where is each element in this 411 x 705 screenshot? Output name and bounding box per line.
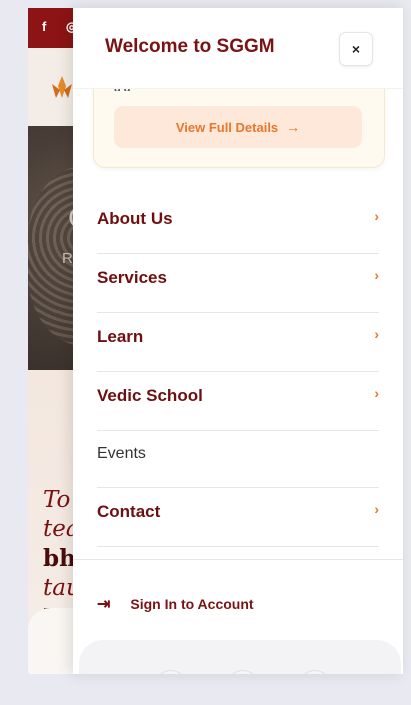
navigation-drawer: Welcome to SGGM × g g View Full Details … <box>73 8 403 674</box>
menu-item-contact[interactable]: Contact › <box>97 488 379 547</box>
menu-item-events[interactable]: Events <box>97 431 379 488</box>
menu-item-label: Vedic School <box>97 386 203 405</box>
close-button[interactable]: × <box>339 32 373 66</box>
facebook-icon[interactable]: f <box>42 19 46 34</box>
footer-social-button[interactable] <box>155 670 187 674</box>
chevron-right-icon[interactable]: › <box>374 501 379 517</box>
menu-item-label: Services <box>97 268 167 287</box>
menu-item-label: Events <box>97 445 146 462</box>
chevron-right-icon[interactable]: › <box>374 208 379 224</box>
close-icon: × <box>351 41 361 57</box>
sign-in-label: Sign In to Account <box>130 596 254 612</box>
sign-in-link[interactable]: ⇥ Sign In to Account <box>97 594 254 614</box>
menu-item-label: About Us <box>97 209 173 228</box>
drawer-footer <box>79 640 401 674</box>
chevron-right-icon[interactable]: › <box>374 385 379 401</box>
menu-item-services[interactable]: Services › <box>97 254 379 313</box>
view-full-details-label: View Full Details <box>175 119 279 135</box>
view-full-details-button[interactable]: View Full Details → <box>114 106 362 148</box>
footer-social-button[interactable] <box>227 670 259 674</box>
drawer-title: Welcome to SGGM <box>105 36 275 57</box>
menu-item-vedic-school[interactable]: Vedic School › <box>97 372 379 431</box>
menu-item-about-us[interactable]: About Us › <box>97 195 379 254</box>
menu-item-learn[interactable]: Learn › <box>97 313 379 372</box>
drawer-menu: About Us › Services › Learn › Vedic Scho… <box>97 195 379 547</box>
chevron-right-icon[interactable]: › <box>374 326 379 342</box>
site-logo-icon[interactable] <box>48 72 76 102</box>
hero-subheading: R <box>62 250 73 267</box>
drawer-header: Welcome to SGGM × <box>73 8 403 89</box>
arrow-right-icon: → <box>286 119 301 135</box>
sign-in-icon: ⇥ <box>97 596 111 613</box>
menu-item-label: Learn <box>97 327 144 346</box>
chevron-right-icon[interactable]: › <box>374 267 379 283</box>
menu-item-label: Contact <box>97 502 161 521</box>
footer-social-button[interactable] <box>299 670 331 674</box>
divider <box>73 559 403 560</box>
